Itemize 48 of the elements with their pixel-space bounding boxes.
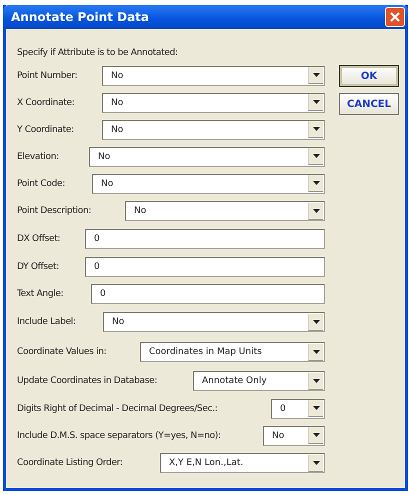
field-label: Coordinate Listing Order: (17, 458, 124, 468)
dropdown-arrow-icon[interactable] (312, 433, 320, 437)
dropdown-arrow-icon[interactable] (312, 100, 320, 104)
field-label: DY Offset: (17, 262, 60, 272)
dropdown[interactable]: No (125, 201, 325, 221)
dropdown-arrow-icon[interactable] (312, 378, 320, 382)
dropdown[interactable]: No (92, 174, 325, 194)
window-title: Annotate Point Data (11, 10, 150, 24)
dropdown[interactable]: 0 (271, 398, 325, 418)
field-label: Point Description: (17, 206, 92, 216)
dropdown-arrow-icon[interactable] (312, 154, 320, 158)
field-label: Coordinate Values in: (17, 347, 108, 357)
ok-button[interactable]: OK (339, 65, 399, 87)
dropdown[interactable]: No (102, 92, 325, 112)
dropdown-arrow-icon[interactable] (312, 127, 320, 131)
dropdown[interactable]: No (103, 312, 325, 332)
input-field[interactable]: 0 (85, 256, 325, 276)
input-field[interactable]: 0 (85, 229, 325, 249)
field-label: Point Code: (17, 178, 66, 188)
dropdown[interactable]: No (102, 120, 325, 140)
close-button[interactable] (385, 7, 405, 27)
dropdown[interactable]: No (89, 146, 325, 166)
dropdown-arrow-icon[interactable] (312, 460, 320, 464)
field-label: Y Coordinate: (17, 124, 75, 134)
field-label: X Coordinate: (17, 98, 76, 108)
cancel-button[interactable]: CANCEL (339, 93, 399, 115)
field-label: Include Label: (17, 317, 77, 327)
field-label: Elevation: (17, 152, 60, 162)
dropdown-arrow-icon[interactable] (312, 320, 320, 324)
dropdown[interactable]: Coordinates in Map Units (140, 342, 325, 362)
instruction-text: Specify if Attribute is to be Annotated: (17, 47, 179, 60)
dropdown-arrow-icon[interactable] (312, 350, 320, 354)
dropdown-arrow-icon[interactable] (312, 406, 320, 410)
field-label: Text Angle: (17, 288, 64, 298)
field-label: Include D.M.S. space separators (Y=yes, N=no): (17, 430, 222, 440)
dropdown[interactable]: Annotate Only (193, 371, 325, 391)
field-label: Point Number: (17, 70, 78, 80)
dropdown-arrow-icon[interactable] (312, 181, 320, 185)
dropdown-arrow-icon[interactable] (312, 73, 320, 77)
dropdown[interactable]: No (102, 66, 325, 86)
field-label: Update Coordinates in Database: (17, 376, 158, 386)
dropdown[interactable]: No (263, 426, 325, 446)
field-label: DX Offset: (17, 234, 62, 244)
dropdown[interactable]: X,Y E,N Lon.,Lat. (160, 453, 325, 473)
dropdown-arrow-icon[interactable] (312, 208, 320, 212)
close-icon[interactable] (390, 12, 400, 22)
field-label: Digits Right of Decimal - Decimal Degrees/Sec.: (17, 404, 219, 414)
input-field[interactable]: 0 (91, 284, 325, 304)
